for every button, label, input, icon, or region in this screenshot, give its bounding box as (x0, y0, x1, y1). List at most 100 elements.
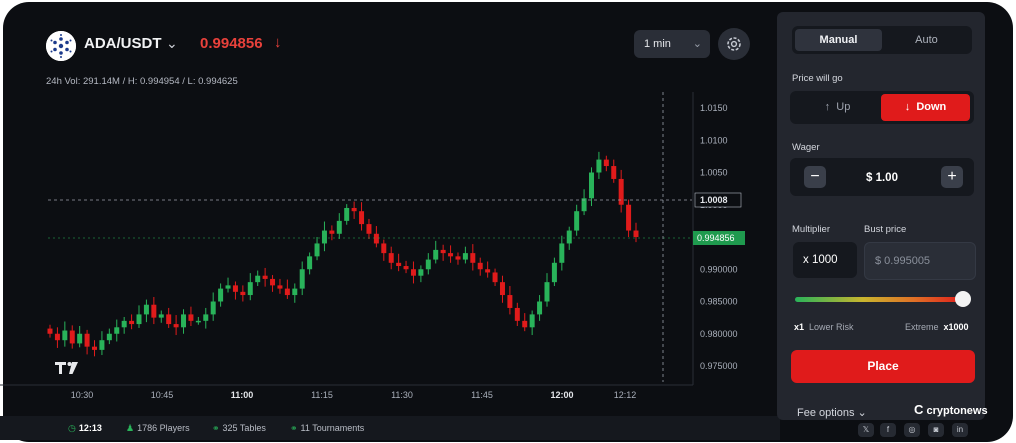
candle-down (232, 285, 238, 292)
candle-up (544, 282, 550, 302)
down-button[interactable]: ↓ Down (881, 94, 970, 121)
current-price-tag-label: 0.994856 (697, 233, 735, 243)
x-tick-label: 11:00 (231, 390, 254, 400)
risk-slider-handle[interactable] (955, 291, 971, 307)
x-tick-label: 11:30 (391, 390, 413, 400)
fee-options-toggle[interactable]: Fee options ⌄ (797, 406, 867, 419)
candle-down (603, 159, 609, 167)
candle-down (373, 233, 379, 244)
candle-down (366, 224, 372, 234)
chevron-down-icon: ⌄ (857, 407, 867, 419)
x-tick-label: 10:30 (71, 390, 94, 400)
risk-max-value: x1000 (943, 322, 969, 332)
candle-down (626, 204, 632, 231)
cryptonews-logo-icon: C (914, 402, 924, 417)
multiplier-label: Multiplier (792, 224, 831, 235)
candle-up (425, 259, 431, 270)
candle-up (181, 314, 187, 328)
y-tick-label: 0.985000 (700, 297, 738, 307)
x-tick-label: 12:00 (550, 390, 573, 400)
cryptonews-watermark: C cryptonews (914, 402, 988, 417)
candle-up (314, 243, 320, 257)
candle-up (203, 314, 209, 321)
link-icon: ⚭ (212, 423, 220, 433)
place-button[interactable]: Place (791, 350, 975, 383)
up-label: Up (836, 101, 851, 113)
arrow-down-icon: ↓ (904, 101, 917, 113)
fee-options-label: Fee options (797, 407, 855, 419)
players-status[interactable]: ♟ 1786 Players (126, 423, 190, 434)
candle-down (69, 330, 75, 344)
candle-down (359, 211, 365, 225)
crosshair-label: 1.0008 (700, 195, 728, 205)
risk-max-text: Extreme (905, 322, 939, 332)
candle-up (344, 207, 350, 221)
minus-icon[interactable]: − (804, 166, 826, 188)
risk-slider-track[interactable] (795, 297, 965, 302)
candle-down (448, 253, 454, 257)
bust-price-label: Bust price (864, 224, 907, 235)
candle-up (307, 256, 313, 270)
instagram-icon[interactable]: ◎ (904, 423, 920, 437)
candle-down (188, 314, 194, 321)
candle-up (121, 320, 127, 328)
y-tick-label: 0.990000 (700, 264, 738, 274)
candle-up (247, 282, 253, 296)
x-social-icon[interactable]: 𝕏 (858, 423, 874, 437)
tab-auto[interactable]: Auto (884, 29, 969, 51)
candle-up (551, 262, 557, 283)
wager-label: Wager (792, 142, 820, 153)
tab-manual[interactable]: Manual (795, 29, 882, 51)
tables-status[interactable]: ⚭ 325 Tables (212, 423, 266, 434)
discord-icon[interactable]: ◙ (928, 423, 944, 437)
candle-up (418, 269, 424, 276)
candle-up (62, 330, 68, 341)
candle-down (270, 278, 276, 286)
y-tick-label: 0.980000 (700, 329, 738, 339)
candle-down (499, 282, 505, 296)
candle-down (54, 333, 60, 341)
candle-up (566, 230, 572, 244)
candle-down (329, 230, 335, 234)
candle-up (574, 211, 580, 231)
risk-min-label: x1 Lower Risk (794, 322, 854, 332)
candle-up (210, 301, 216, 315)
candle-up (321, 230, 327, 244)
candle-down (492, 272, 498, 283)
y-tick-label: 1.0150 (700, 103, 728, 113)
candle-up (255, 275, 261, 283)
candle-up (143, 304, 149, 315)
price-chart[interactable]: 0.9750000.9800000.9850000.9900001.00001.… (0, 0, 780, 416)
multiplier-input[interactable]: x 1000 (793, 242, 857, 278)
down-label: Down (916, 101, 947, 113)
bust-price-value: $ 0.995005 (875, 255, 931, 267)
candle-up (433, 249, 439, 260)
linkedin-icon[interactable]: in (952, 423, 968, 437)
candle-down (618, 178, 624, 205)
tradingview-logo-icon (55, 362, 78, 374)
tournaments-status[interactable]: ⚭ 11 Tournaments (290, 423, 364, 434)
candle-up (529, 314, 535, 328)
risk-min-value: x1 (794, 322, 805, 332)
plus-icon[interactable]: + (941, 166, 963, 188)
candle-up (462, 253, 468, 260)
x-tick-label: 11:45 (471, 390, 493, 400)
candle-down (262, 275, 268, 279)
candle-down (84, 333, 90, 347)
tournaments-label: 11 Tournaments (300, 423, 365, 433)
direction-label: Price will go (792, 73, 843, 84)
y-tick-label: 1.0100 (700, 135, 728, 145)
candle-down (485, 269, 491, 273)
candle-up (158, 314, 164, 318)
wager-input[interactable]: $ 1.00 (840, 172, 924, 184)
risk-min-text: Lower Risk (809, 322, 854, 332)
status-footer (0, 416, 780, 440)
candle-up (336, 220, 342, 234)
x-tick-label: 11:15 (311, 390, 333, 400)
candle-down (507, 295, 513, 308)
up-button[interactable]: ↑ Up (794, 94, 881, 121)
facebook-icon[interactable]: f (880, 423, 896, 437)
candle-up (218, 288, 224, 302)
candle-down (173, 324, 179, 328)
candle-down (440, 249, 446, 254)
